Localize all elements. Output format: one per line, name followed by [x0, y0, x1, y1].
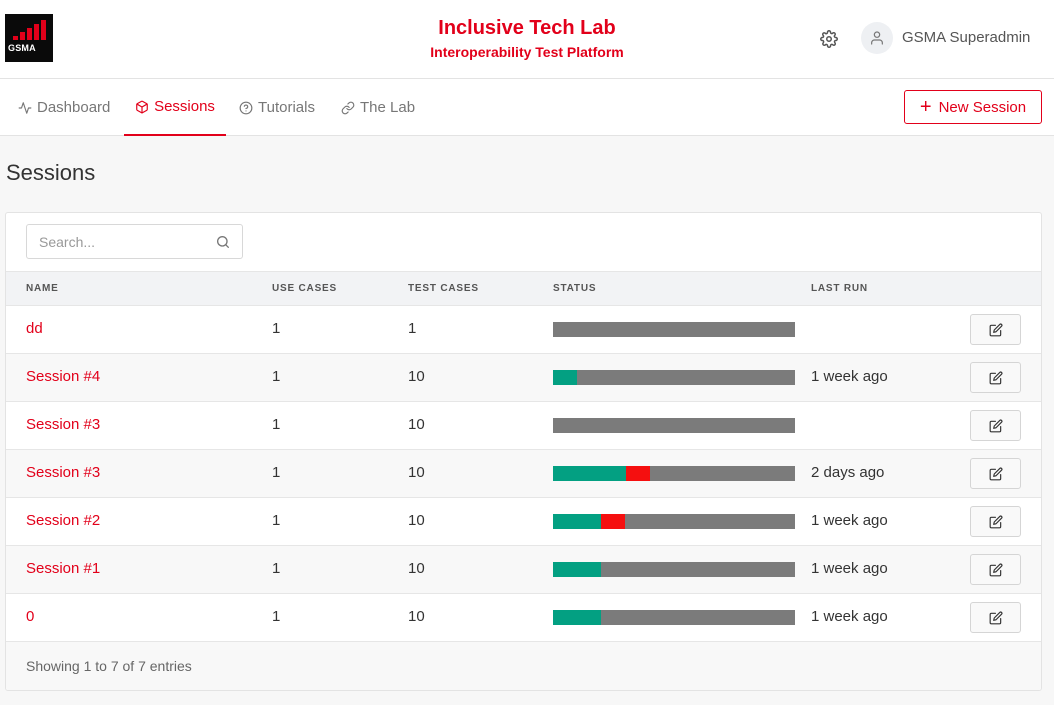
search-input[interactable]	[27, 225, 207, 258]
tab-dashboard[interactable]: Dashboard	[18, 79, 110, 136]
use-cases-count: 1	[272, 560, 281, 577]
status-passed-segment	[553, 514, 601, 529]
use-cases-count: 1	[272, 512, 281, 529]
user-name[interactable]: GSMA Superadmin	[902, 29, 1030, 46]
column-header-last-run[interactable]: LAST RUN	[811, 283, 868, 294]
status-progress-bar	[553, 610, 795, 625]
edit-icon	[989, 467, 1003, 481]
tab-dashboard-label: Dashboard	[37, 99, 111, 116]
tab-sessions[interactable]: Sessions	[124, 79, 226, 136]
search-icon[interactable]	[215, 234, 231, 250]
column-header-use-cases[interactable]: USE CASES	[272, 283, 337, 294]
new-session-button[interactable]: + New Session	[904, 90, 1042, 124]
edit-session-button[interactable]	[970, 458, 1021, 489]
status-progress-bar	[553, 418, 795, 433]
table-row: Session #3 1 10	[6, 402, 1041, 450]
status-progress-bar	[553, 370, 795, 385]
last-run-text: 1 week ago	[811, 608, 888, 625]
table-row: dd 1 1	[6, 306, 1041, 354]
status-passed-segment	[553, 610, 601, 625]
status-passed-segment	[553, 562, 601, 577]
use-cases-count: 1	[272, 464, 281, 481]
session-name-link[interactable]: Session #1	[26, 560, 100, 577]
tab-the-lab-label: The Lab	[360, 99, 416, 116]
edit-session-button[interactable]	[970, 410, 1021, 441]
gear-icon[interactable]	[820, 30, 838, 48]
column-header-name[interactable]: NAME	[26, 283, 59, 294]
page-title: Sessions	[6, 160, 96, 185]
last-run-text: 1 week ago	[811, 368, 888, 385]
table-row: Session #4 1 10 1 week ago	[6, 354, 1041, 402]
edit-session-button[interactable]	[970, 506, 1021, 537]
edit-icon	[989, 371, 1003, 385]
last-run-text: 1 week ago	[811, 512, 888, 529]
status-passed-segment	[553, 466, 626, 481]
link-icon	[341, 101, 355, 114]
edit-icon	[989, 419, 1003, 433]
edit-icon	[989, 563, 1003, 577]
session-name-link[interactable]: Session #3	[26, 416, 100, 433]
edit-session-button[interactable]	[970, 554, 1021, 585]
table-row: Session #3 1 10 2 days ago	[6, 450, 1041, 498]
session-name-link[interactable]: Session #2	[26, 512, 100, 529]
use-cases-count: 1	[272, 416, 281, 433]
session-name-link[interactable]: dd	[26, 320, 43, 337]
test-cases-count: 1	[408, 320, 417, 337]
session-name-link[interactable]: 0	[26, 608, 34, 625]
tab-the-lab[interactable]: The Lab	[341, 79, 415, 136]
app-subtitle: Interoperability Test Platform	[430, 44, 624, 60]
table-row: Session #1 1 10 1 week ago	[6, 546, 1041, 594]
help-circle-icon	[239, 101, 253, 114]
plus-icon: +	[919, 96, 932, 118]
tab-sessions-label: Sessions	[154, 98, 215, 115]
user-icon	[871, 31, 883, 45]
edit-icon	[989, 611, 1003, 625]
status-progress-bar	[553, 562, 795, 577]
table-row: 0 1 10 1 week ago	[6, 594, 1041, 642]
activity-icon	[18, 101, 32, 114]
test-cases-count: 10	[408, 416, 425, 433]
app-header: GSMA Inclusive Tech Lab Interoperability…	[0, 0, 1054, 79]
edit-session-button[interactable]	[970, 602, 1021, 633]
tab-tutorials-label: Tutorials	[258, 99, 315, 116]
status-failed-segment	[601, 514, 625, 529]
status-failed-segment	[626, 466, 650, 481]
last-run-text: 2 days ago	[811, 464, 885, 481]
edit-icon	[989, 515, 1003, 529]
table-header: NAME USE CASES TEST CASES STATUS LAST RU…	[6, 271, 1041, 306]
last-run-text: 1 week ago	[811, 560, 888, 577]
column-header-test-cases[interactable]: TEST CASES	[408, 283, 479, 294]
test-cases-count: 10	[408, 368, 425, 385]
tab-tutorials[interactable]: Tutorials	[239, 79, 315, 136]
test-cases-count: 10	[408, 608, 425, 625]
test-cases-count: 10	[408, 560, 425, 577]
edit-session-button[interactable]	[970, 314, 1021, 345]
main-nav: Dashboard Sessions Tutorials The Lab + N…	[0, 79, 1054, 136]
search-box	[26, 224, 243, 259]
session-name-link[interactable]: Session #3	[26, 464, 100, 481]
status-progress-bar	[553, 514, 795, 529]
test-cases-count: 10	[408, 512, 425, 529]
session-name-link[interactable]: Session #4	[26, 368, 100, 385]
use-cases-count: 1	[272, 368, 281, 385]
edit-session-button[interactable]	[970, 362, 1021, 393]
cube-icon	[136, 100, 148, 113]
sessions-card: NAME USE CASES TEST CASES STATUS LAST RU…	[5, 212, 1042, 691]
column-header-status[interactable]: STATUS	[553, 283, 596, 294]
new-session-label: New Session	[938, 98, 1027, 116]
use-cases-count: 1	[272, 608, 281, 625]
table-footer: Showing 1 to 7 of 7 entries	[6, 642, 1041, 690]
table-row: Session #2 1 10 1 week ago	[6, 498, 1041, 546]
test-cases-count: 10	[408, 464, 425, 481]
avatar[interactable]	[861, 22, 893, 54]
app-title: Inclusive Tech Lab	[438, 17, 616, 39]
edit-icon	[989, 323, 1003, 337]
status-progress-bar	[553, 466, 795, 481]
status-progress-bar	[553, 322, 795, 337]
entries-info: Showing 1 to 7 of 7 entries	[26, 658, 192, 674]
status-passed-segment	[553, 370, 577, 385]
use-cases-count: 1	[272, 320, 281, 337]
